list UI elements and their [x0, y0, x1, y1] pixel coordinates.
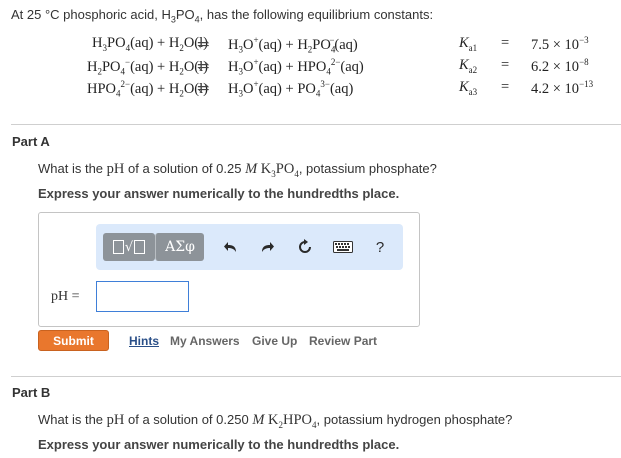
equilibrium-table: H3PO4(aq) + H2O(l) ⇌ H3O+(aq) + H2PO4−(a…	[0, 32, 621, 102]
k-value: 6.2 × 10−8	[531, 57, 589, 75]
k-value: 7.5 × 10−3	[531, 35, 589, 53]
part-a-instruction: Express your answer numerically to the h…	[38, 186, 400, 201]
templates-icon[interactable]: √	[103, 233, 155, 261]
reaction-reactants: H3PO4(aq) + H2O(l)	[92, 35, 208, 53]
reaction-products: H3O+(aq) + PO43−(aq)	[228, 79, 354, 99]
part-a-title[interactable]: Part A	[12, 134, 50, 149]
my-answers-link[interactable]: My Answers	[170, 334, 240, 348]
equilibrium-row-2: H2PO4−(aq) + H2O(l) ⇌ H3O+(aq) + HPO42−(…	[0, 57, 621, 79]
ph-answer-input[interactable]	[96, 281, 189, 312]
give-up-link[interactable]: Give Up	[252, 334, 297, 348]
equilibrium-arrow: ⇌	[197, 37, 210, 53]
reaction-reactants: HPO42−(aq) + H2O(l)	[86, 79, 208, 99]
part-b-question: What is the pH of a solution of 0.250 M …	[38, 412, 513, 430]
intro-text: At 25 °C phosphoric acid, H3PO4, has the…	[11, 7, 434, 25]
equilibrium-arrow: ⇌	[197, 59, 210, 75]
equilibrium-row-1: H3PO4(aq) + H2O(l) ⇌ H3O+(aq) + H2PO4−(a…	[0, 35, 621, 57]
greek-symbols-icon[interactable]: ΑΣφ	[155, 233, 204, 261]
equilibrium-arrow: ⇌	[197, 81, 210, 97]
k-symbol: Ka1	[459, 35, 478, 53]
equals-sign: =	[501, 57, 510, 73]
divider	[11, 376, 621, 377]
k-symbol: Ka2	[459, 57, 478, 75]
part-b-title[interactable]: Part B	[12, 385, 50, 400]
redo-icon[interactable]	[256, 237, 278, 257]
undo-icon[interactable]	[220, 237, 242, 257]
equals-sign: =	[501, 79, 510, 95]
reaction-products: H3O+(aq) + H2PO4−(aq)	[228, 35, 358, 55]
hints-link[interactable]: Hints	[129, 334, 159, 348]
reset-icon[interactable]	[294, 237, 316, 257]
keyboard-icon[interactable]	[332, 237, 354, 257]
k-symbol: Ka3	[459, 79, 478, 97]
submit-button[interactable]: Submit	[38, 330, 109, 351]
math-toolbar: √ ΑΣφ ?	[96, 224, 403, 270]
equilibrium-row-3: HPO42−(aq) + H2O(l) ⇌ H3O+(aq) + PO43−(a…	[0, 79, 621, 101]
review-part-link[interactable]: Review Part	[309, 334, 377, 348]
part-b-instruction: Express your answer numerically to the h…	[38, 437, 400, 452]
equals-sign: =	[501, 35, 510, 51]
divider	[11, 124, 621, 125]
help-icon[interactable]: ?	[372, 237, 388, 257]
part-a-question: What is the pH of a solution of 0.25 M K…	[38, 161, 437, 179]
ph-label: pH =	[51, 289, 80, 304]
reaction-products: H3O+(aq) + HPO42−(aq)	[228, 57, 364, 77]
reaction-reactants: H2PO4−(aq) + H2O(l)	[86, 57, 208, 77]
k-value: 4.2 × 10−13	[531, 79, 594, 97]
